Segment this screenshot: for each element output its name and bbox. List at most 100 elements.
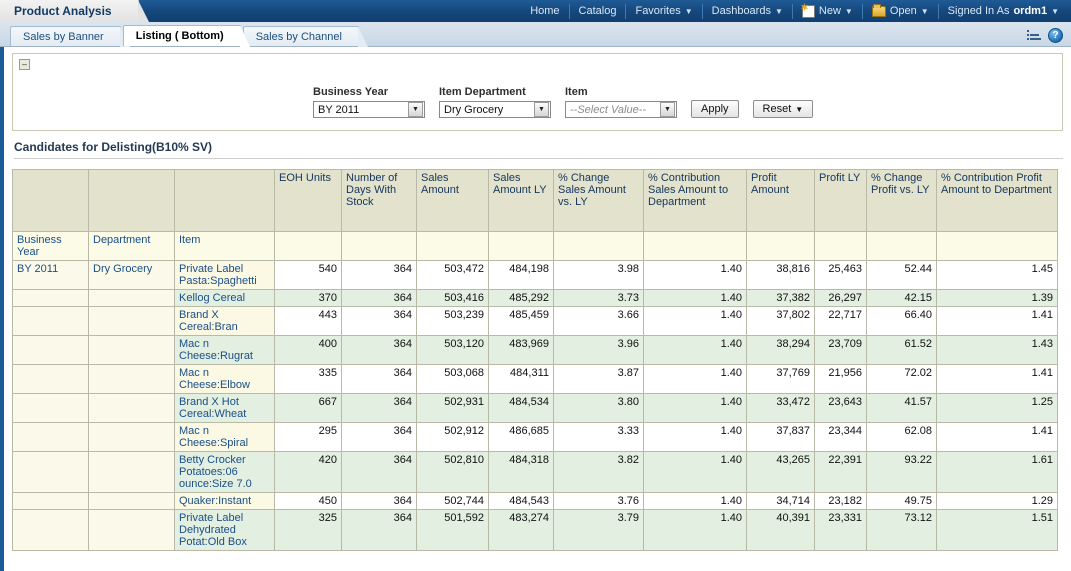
header-pct-change-sales[interactable]: % Change Sales Amount vs. LY: [554, 170, 644, 232]
header-eoh-units[interactable]: EOH Units: [275, 170, 342, 232]
cell-department[interactable]: [89, 493, 175, 510]
cell-business-year[interactable]: [13, 394, 89, 423]
cell-sales-amount-ly: 486,685: [489, 423, 554, 452]
cell-pct-contrib-sales: 1.40: [644, 365, 747, 394]
cell-item[interactable]: Quaker:Instant: [175, 493, 275, 510]
nav-dashboards[interactable]: Dashboards ▼: [703, 4, 793, 19]
cell-pct-change-profit: 62.08: [867, 423, 937, 452]
tab-sales-by-banner[interactable]: Sales by Banner: [10, 26, 121, 46]
cell-business-year[interactable]: [13, 290, 89, 307]
nav-favorites-label: Favorites: [635, 5, 680, 17]
cell-pct-contrib-profit: 1.45: [937, 261, 1058, 290]
cell-profit-ly: 22,391: [815, 452, 867, 493]
chevron-down-icon: ▼: [534, 102, 549, 117]
cell-business-year[interactable]: [13, 493, 89, 510]
cell-item[interactable]: Brand X Hot Cereal:Wheat: [175, 394, 275, 423]
cell-business-year[interactable]: [13, 307, 89, 336]
new-page-icon: [802, 5, 815, 18]
page-options-icon[interactable]: [1027, 29, 1042, 43]
item-select[interactable]: --Select Value-- ▼: [565, 101, 677, 118]
delisting-candidates-table: EOH Units Number of Days With Stock Sale…: [12, 169, 1058, 551]
cell-days-with-stock: 364: [342, 394, 417, 423]
cell-item[interactable]: Mac n Cheese:Spiral: [175, 423, 275, 452]
cell-days-with-stock: 364: [342, 452, 417, 493]
cell-item[interactable]: Private Label Dehydrated Potat:Old Box: [175, 510, 275, 551]
header-blank-3: [175, 170, 275, 232]
cell-pct-change-profit: 41.57: [867, 394, 937, 423]
tab-sales-by-channel[interactable]: Sales by Channel: [243, 26, 359, 46]
cell-eoh-units: 325: [275, 510, 342, 551]
cell-profit-amount: 38,294: [747, 336, 815, 365]
cell-item[interactable]: Mac n Cheese:Elbow: [175, 365, 275, 394]
cell-profit-ly: 23,643: [815, 394, 867, 423]
cell-item[interactable]: Kellog Cereal: [175, 290, 275, 307]
item-department-select[interactable]: Dry Grocery ▼: [439, 101, 551, 118]
cell-department[interactable]: [89, 290, 175, 307]
table-header-row-group: EOH Units Number of Days With Stock Sale…: [13, 170, 1058, 232]
header-pct-change-profit[interactable]: % Change Profit vs. LY: [867, 170, 937, 232]
header-sales-amount-ly[interactable]: Sales Amount LY: [489, 170, 554, 232]
cell-business-year[interactable]: [13, 452, 89, 493]
cell-business-year[interactable]: [13, 510, 89, 551]
cell-item[interactable]: Betty Crocker Potatoes:06 ounce:Size 7.0: [175, 452, 275, 493]
header-pct-contrib-profit[interactable]: % Contribution Profit Amount to Departme…: [937, 170, 1058, 232]
cell-department[interactable]: [89, 510, 175, 551]
cell-profit-amount: 37,802: [747, 307, 815, 336]
signed-in-as[interactable]: Signed In As ordm1 ▼: [939, 4, 1063, 19]
subheader-item[interactable]: Item: [175, 232, 275, 261]
subheader-department[interactable]: Department: [89, 232, 175, 261]
cell-sales-amount-ly: 484,543: [489, 493, 554, 510]
nav-new[interactable]: New ▼: [793, 4, 863, 19]
apply-button[interactable]: Apply: [691, 100, 739, 118]
cell-pct-change-profit: 72.02: [867, 365, 937, 394]
cell-pct-change-sales: 3.66: [554, 307, 644, 336]
chevron-down-icon: ▼: [845, 7, 853, 16]
help-icon[interactable]: ?: [1048, 28, 1063, 43]
cell-department[interactable]: [89, 423, 175, 452]
cell-profit-ly: 26,297: [815, 290, 867, 307]
table-row: Brand X Hot Cereal:Wheat667364502,931484…: [13, 394, 1058, 423]
header-days-with-stock[interactable]: Number of Days With Stock: [342, 170, 417, 232]
cell-sales-amount: 503,416: [417, 290, 489, 307]
header-profit-ly[interactable]: Profit LY: [815, 170, 867, 232]
cell-profit-ly: 23,331: [815, 510, 867, 551]
cell-department[interactable]: [89, 452, 175, 493]
cell-sales-amount-ly: 483,274: [489, 510, 554, 551]
reset-button[interactable]: Reset ▼: [753, 100, 814, 118]
cell-business-year[interactable]: [13, 423, 89, 452]
cell-business-year[interactable]: [13, 336, 89, 365]
cell-item[interactable]: Mac n Cheese:Rugrat: [175, 336, 275, 365]
cell-item[interactable]: Private Label Pasta:Spaghetti: [175, 261, 275, 290]
report-table-container: EOH Units Number of Days With Stock Sale…: [12, 169, 1063, 551]
cell-business-year[interactable]: BY 2011: [13, 261, 89, 290]
dashboard-tab-strip: Sales by Banner Listing ( Bottom) Sales …: [0, 22, 1071, 47]
header-sales-amount[interactable]: Sales Amount: [417, 170, 489, 232]
header-profit-amount[interactable]: Profit Amount: [747, 170, 815, 232]
cell-department[interactable]: [89, 365, 175, 394]
cell-department[interactable]: Dry Grocery: [89, 261, 175, 290]
nav-catalog[interactable]: Catalog: [570, 4, 627, 19]
cell-pct-change-sales: 3.82: [554, 452, 644, 493]
cell-profit-ly: 25,463: [815, 261, 867, 290]
subheader-business-year[interactable]: Business Year: [13, 232, 89, 261]
cell-department[interactable]: [89, 336, 175, 365]
cell-department[interactable]: [89, 394, 175, 423]
cell-days-with-stock: 364: [342, 365, 417, 394]
cell-pct-contrib-profit: 1.51: [937, 510, 1058, 551]
cell-pct-contrib-profit: 1.61: [937, 452, 1058, 493]
nav-open[interactable]: Open ▼: [863, 4, 939, 19]
cell-pct-contrib-sales: 1.40: [644, 307, 747, 336]
cell-business-year[interactable]: [13, 365, 89, 394]
tab-listing-bottom[interactable]: Listing ( Bottom): [123, 25, 241, 46]
nav-favorites[interactable]: Favorites ▼: [626, 4, 702, 19]
business-year-select[interactable]: BY 2011 ▼: [313, 101, 425, 118]
cell-sales-amount: 503,472: [417, 261, 489, 290]
cell-pct-change-sales: 3.79: [554, 510, 644, 551]
cell-department[interactable]: [89, 307, 175, 336]
header-pct-contrib-sales[interactable]: % Contribution Sales Amount to Departmen…: [644, 170, 747, 232]
cell-pct-contrib-profit: 1.41: [937, 365, 1058, 394]
collapse-toggle-icon[interactable]: –: [19, 59, 30, 70]
chevron-down-icon: ▼: [685, 7, 693, 16]
nav-home[interactable]: Home: [521, 4, 569, 19]
cell-item[interactable]: Brand X Cereal:Bran: [175, 307, 275, 336]
